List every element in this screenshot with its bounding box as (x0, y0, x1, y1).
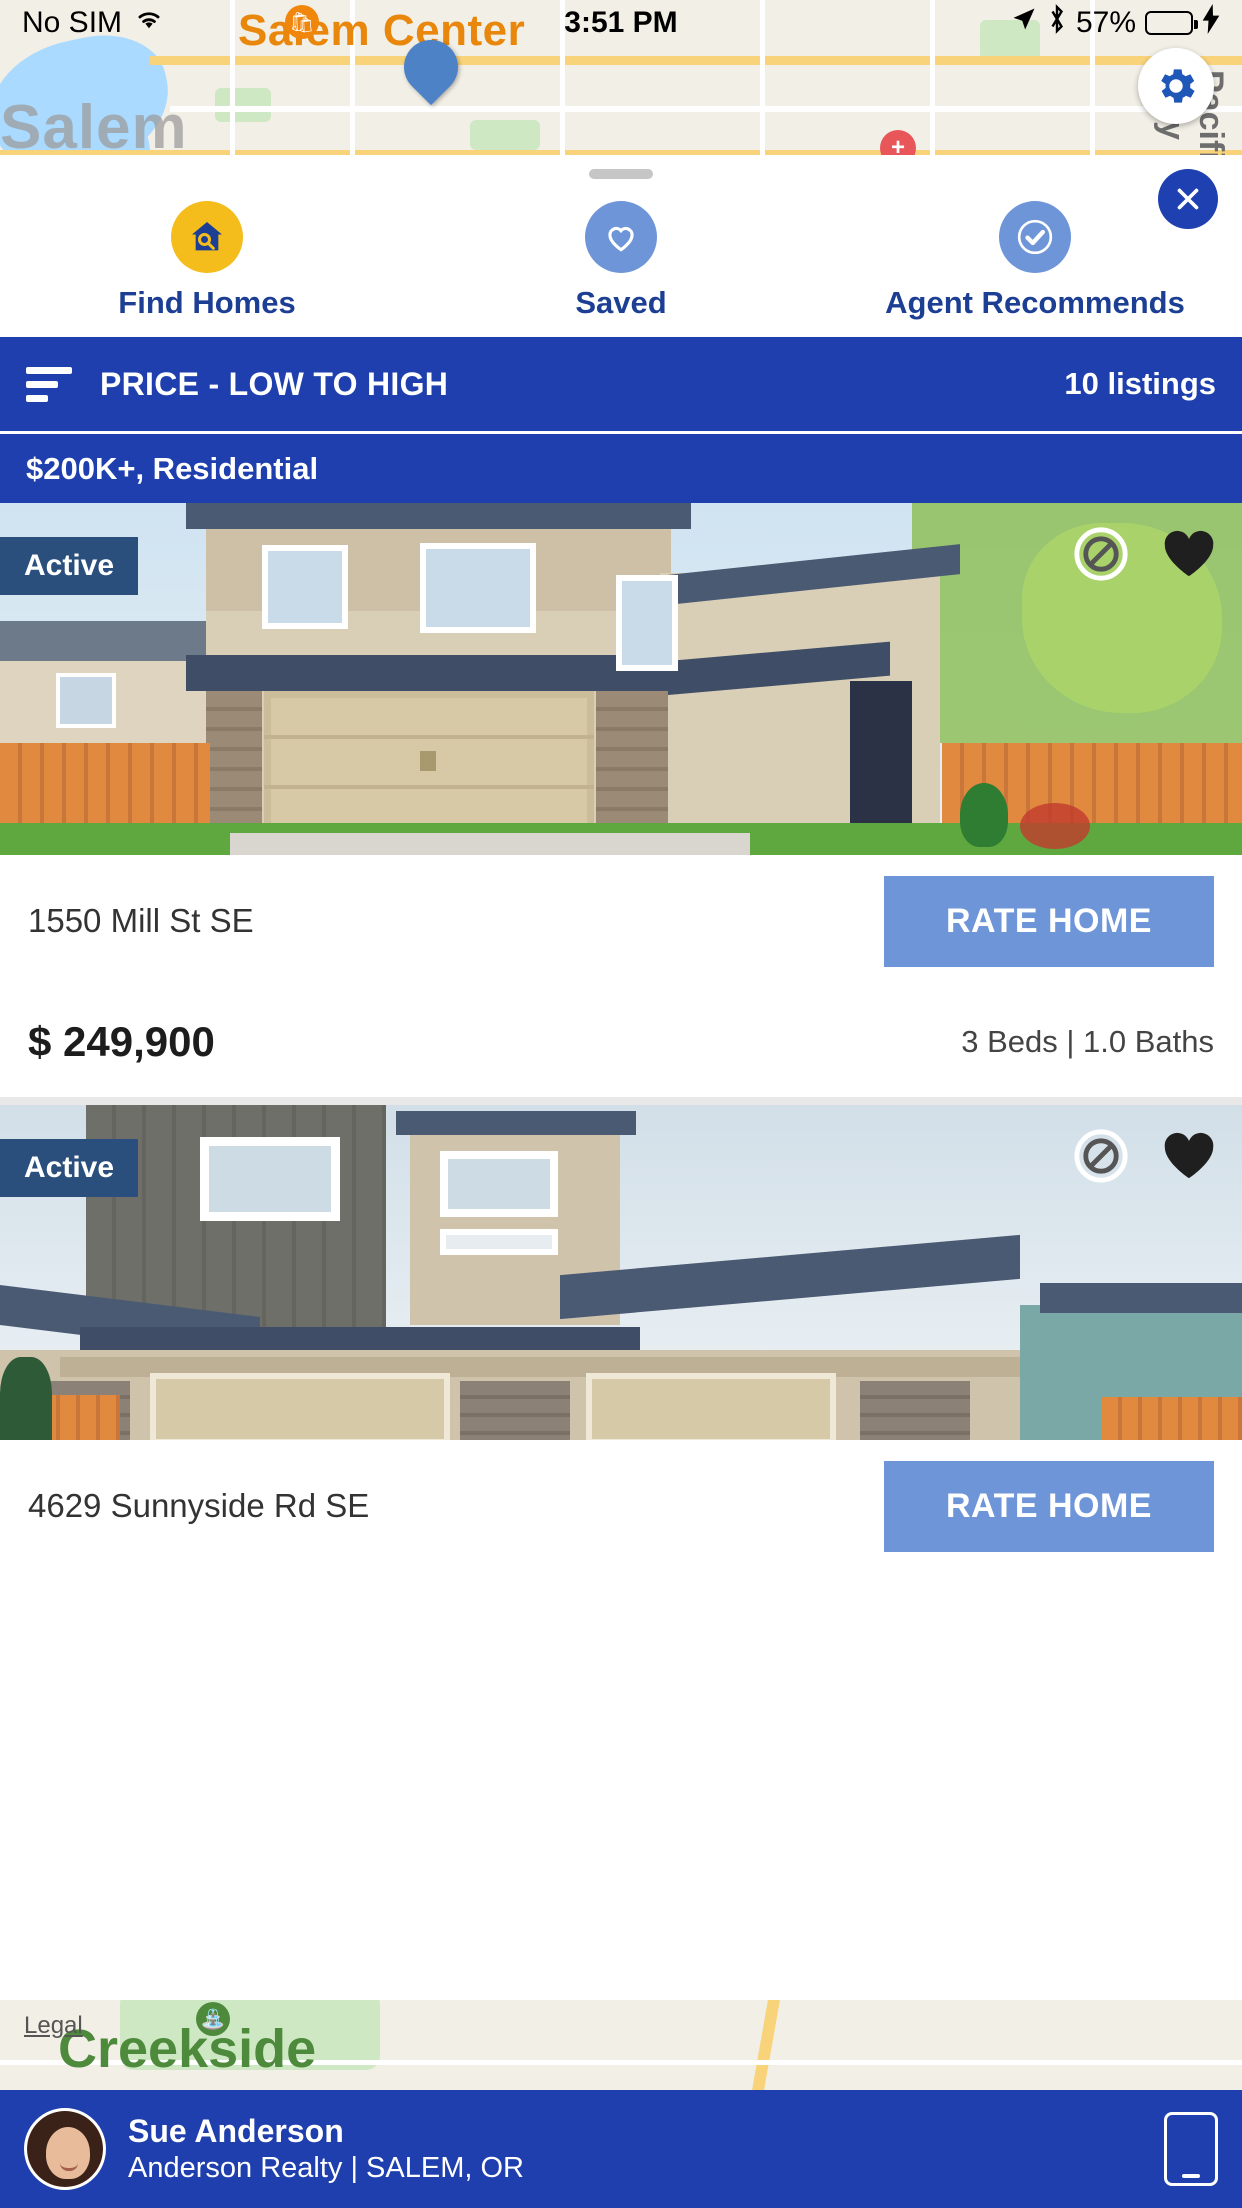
quick-actions: Find Homes Saved Agent Recommends (0, 179, 1242, 337)
heart-filled-icon[interactable] (1160, 1127, 1218, 1190)
map-park-area (470, 120, 540, 150)
agent-avatar (24, 2108, 106, 2190)
sort-bar[interactable]: PRICE - LOW TO HIGH 10 listings (0, 337, 1242, 431)
close-icon (1177, 188, 1199, 210)
battery-percent-label: 57% (1075, 6, 1136, 39)
house-illustration (0, 1105, 1242, 1440)
filter-label: $200K+, Residential (26, 450, 319, 486)
map-road (750, 2000, 782, 2090)
listing-price: $ 249,900 (28, 1018, 215, 1065)
agent-company: Anderson Realty | SALEM, OR (128, 2151, 524, 2184)
carrier-label: No SIM (22, 6, 123, 39)
settings-button[interactable] (1138, 48, 1214, 124)
sort-label: PRICE - LOW TO HIGH (100, 365, 449, 402)
map-place-label: Creekside (58, 2019, 317, 2079)
action-label: Saved (575, 285, 667, 320)
sheet-drag-handle[interactable] (589, 169, 653, 179)
listing-photo[interactable]: Active (0, 503, 1242, 855)
map-road-minor (170, 106, 1242, 112)
listing-price-row: $ 249,900 3 Beds | 1.0 Baths (0, 987, 1242, 1105)
agent-bar[interactable]: Sue Anderson Anderson Realty | SALEM, OR (0, 2090, 1242, 2208)
photo-action-icons (1072, 1127, 1218, 1190)
heart-icon (584, 201, 657, 273)
rate-home-button[interactable]: RATE HOME (884, 875, 1214, 967)
gear-icon (1161, 69, 1195, 103)
map-strip[interactable]: ⛲ Creekside Legal (0, 2000, 1242, 2090)
listing-info-row: 4629 Sunnyside Rd SE RATE HOME (0, 1440, 1242, 1572)
lightning-bolt-icon (1202, 4, 1220, 42)
action-find-homes[interactable]: Find Homes (2, 201, 412, 321)
status-badge: Active (0, 537, 139, 595)
listing-info-row: 1550 Mill St SE RATE HOME (0, 855, 1242, 987)
action-saved[interactable]: Saved (416, 201, 826, 321)
heart-filled-icon[interactable] (1160, 525, 1218, 588)
listing-address: 4629 Sunnyside Rd SE (28, 1487, 370, 1524)
app-screen: Salem Salem Center Pacific Hwy 🛍 + No SI… (0, 0, 1242, 2208)
listing-beds-baths: 3 Beds | 1.0 Baths (961, 1024, 1214, 1059)
listing-card[interactable]: Active (0, 1105, 1242, 1572)
listing-card[interactable]: Active (0, 503, 1242, 1105)
photo-action-icons (1072, 525, 1218, 588)
action-label: Find Homes (118, 285, 296, 320)
listing-address: 1550 Mill St SE (28, 902, 254, 939)
location-arrow-icon (1010, 5, 1038, 41)
battery-icon (1145, 11, 1198, 35)
sort-icon (26, 366, 72, 402)
mobile-phone-icon[interactable] (1164, 2112, 1218, 2186)
map-park-area (215, 88, 271, 122)
bottom-sheet: Find Homes Saved Agent Recommends PRICE … (0, 155, 1242, 2208)
agent-name: Sue Anderson (128, 2112, 344, 2149)
hide-listing-icon[interactable] (1072, 525, 1130, 588)
wifi-icon (132, 6, 166, 40)
map-city-label: Salem (0, 93, 188, 162)
bluetooth-icon (1047, 4, 1067, 42)
status-bar: No SIM 3:51 PM 57% (0, 0, 1242, 46)
check-circle-icon (998, 201, 1071, 273)
map-road (150, 56, 1242, 65)
listings-count: 10 listings (1064, 366, 1216, 401)
action-label: Agent Recommends (885, 285, 1185, 320)
close-button[interactable] (1158, 169, 1218, 229)
status-badge: Active (0, 1139, 139, 1197)
map-legal-link[interactable]: Legal (24, 2012, 83, 2040)
listing-photo[interactable]: Active (0, 1105, 1242, 1440)
filter-bar[interactable]: $200K+, Residential (0, 431, 1242, 503)
hide-listing-icon[interactable] (1072, 1127, 1130, 1190)
house-illustration (0, 503, 1242, 855)
rate-home-button[interactable]: RATE HOME (884, 1460, 1214, 1552)
home-search-icon (170, 201, 243, 273)
